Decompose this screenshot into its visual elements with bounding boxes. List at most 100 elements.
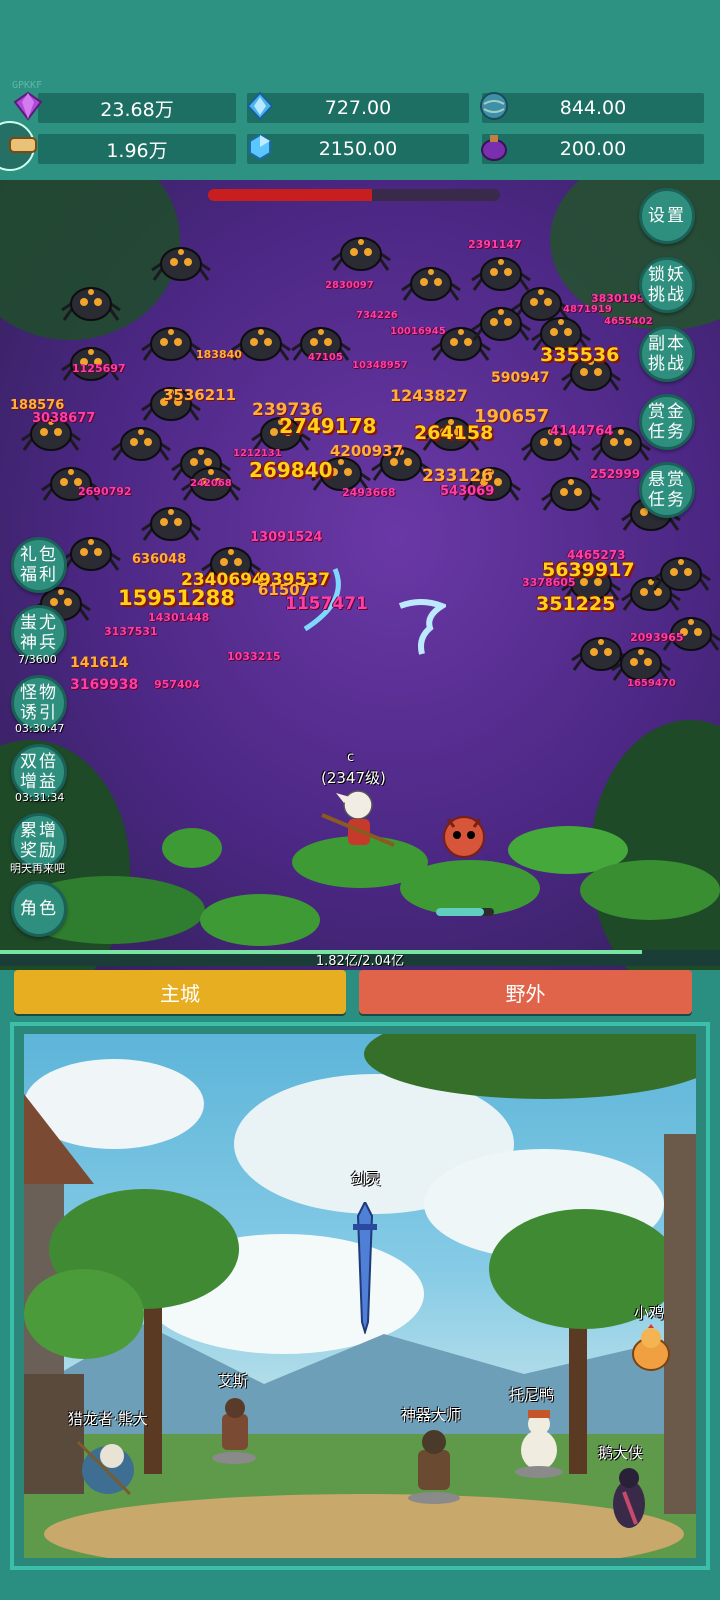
chiyou-label: 蚩尤神兵: [20, 613, 58, 653]
damage-number: 141614: [70, 655, 129, 671]
reward-task-button[interactable]: 悬赏任务: [639, 462, 695, 518]
damage-number: 1243827: [390, 386, 468, 405]
resource-bar: GPKKF 23.68万 727.00 844.00 1.96万 2150.00…: [0, 0, 720, 180]
damage-number: 13091524: [250, 530, 323, 545]
damage-number: 2493668: [342, 486, 396, 499]
chiyou-progress-text: 7/3600: [18, 653, 57, 666]
goose-hero-npc[interactable]: [606, 1462, 652, 1532]
lure-timer-text: 03:30:47: [15, 722, 65, 735]
dungeon-label: 副本挑战: [648, 334, 686, 374]
resource-potion-value: 200.00: [559, 138, 627, 160]
dragon-hunter-npc[interactable]: [72, 1432, 146, 1502]
npc-tony-duck-label: 托尼鸭: [509, 1386, 555, 1404]
damage-number: 2391147: [468, 238, 522, 251]
damage-number: 233126: [422, 466, 493, 486]
resource-shard-value: 2150.00: [318, 138, 398, 160]
damage-number: 15951288: [118, 586, 235, 610]
lock-demon-challenge-button[interactable]: 锁妖挑战: [639, 257, 695, 313]
damage-number: 10016945: [390, 326, 446, 337]
double-label: 双倍增益: [20, 752, 58, 792]
damage-number: 1157471: [285, 594, 368, 614]
damage-number: 2093965: [630, 631, 684, 644]
damage-number: 10348957: [352, 360, 408, 371]
damage-number: 242068: [190, 478, 232, 489]
npc-artifact-master-label: 神器大师: [401, 1406, 462, 1424]
globe-orb-icon: [480, 92, 508, 120]
pet-companion: [443, 816, 485, 858]
character-label: 角色: [20, 899, 58, 919]
pet-hp-bar: [436, 908, 494, 916]
accum-status-text: 明天再来吧: [10, 862, 65, 875]
game-screen: GPKKF 23.68万 727.00 844.00 1.96万 2150.00…: [0, 0, 720, 1600]
gift-welfare-button[interactable]: 礼包福利: [11, 537, 67, 593]
tony-duck-npc[interactable]: [512, 1406, 566, 1478]
gift-label: 礼包福利: [20, 545, 58, 585]
resource-scroll-value: 1.96万: [106, 139, 168, 162]
boss-hp-fill: [208, 189, 372, 201]
tab-wild-label: 野外: [505, 981, 546, 1006]
bounty-gold-task-button[interactable]: 赏金任务: [639, 394, 695, 450]
damage-number: 335536: [540, 344, 620, 366]
damage-number: 543069: [440, 484, 495, 499]
ace-npc[interactable]: [208, 1394, 260, 1464]
battlefield: 2391147 2830097 4871919 3830199 4655402 73422…: [0, 180, 720, 970]
npc-chick-label: 小鸡: [634, 1304, 665, 1322]
resource-gem-value: 23.68万: [100, 98, 174, 121]
damage-number: 590947: [491, 370, 550, 386]
artifact-master-npc[interactable]: [406, 1426, 462, 1504]
damage-number: 957404: [154, 678, 200, 691]
lure-label: 怪物诱引: [20, 683, 58, 723]
dungeon-challenge-button[interactable]: 副本挑战: [639, 326, 695, 382]
town-scene-frame: 剑灵 小鸡 艾斯 猎龙者·熊大 神器大师 托尼鸭 鹅大侠: [10, 1022, 710, 1570]
damage-number: 269840: [249, 458, 333, 482]
npc-sword-spirit-label: 剑灵: [351, 1170, 382, 1188]
enemy-spider-bot: [61, 287, 121, 321]
damage-number: 3536211: [163, 386, 237, 404]
damage-number: 1125697: [72, 362, 126, 375]
boss-hp-bar: [208, 189, 500, 201]
accum-label: 累增奖励: [20, 821, 58, 861]
character-button[interactable]: 角色: [11, 881, 67, 937]
bounty-gold-label: 赏金任务: [648, 402, 686, 442]
chick-npc[interactable]: [628, 1324, 674, 1374]
resource-crystal: 727.00: [247, 93, 469, 123]
settings-button[interactable]: 设置: [639, 188, 695, 244]
sword-spirit-npc[interactable]: [350, 1202, 380, 1334]
town-scene: 剑灵 小鸡 艾斯 猎龙者·熊大 神器大师 托尼鸭 鹅大侠: [24, 1034, 696, 1558]
arrow-scroll-icon[interactable]: [0, 118, 44, 174]
bottom-strip: [0, 1575, 720, 1600]
damage-number: 351225: [536, 593, 616, 615]
damage-number: 4465273: [567, 548, 626, 562]
damage-number: 14301448: [148, 611, 210, 624]
blue-shard-icon: [249, 133, 271, 161]
enemy-spider-bot: [331, 237, 391, 271]
resource-gem: 23.68万: [38, 93, 236, 123]
tornado-effect: [398, 599, 446, 655]
damage-number: 3137531: [104, 625, 158, 638]
damage-number: 2830097: [325, 280, 374, 291]
damage-number: 1212131: [233, 448, 282, 459]
exp-progress-text: 1.82亿/2.04亿: [315, 954, 405, 969]
damage-number: 264158: [414, 422, 494, 444]
purple-potion-icon: [481, 135, 507, 161]
damage-number: 239736: [252, 400, 323, 420]
enemy-spider-bot: [651, 557, 711, 591]
damage-number: 3169938: [70, 677, 139, 693]
damage-number: 4655402: [604, 316, 653, 327]
tab-wild[interactable]: 野外: [359, 970, 692, 1014]
enemy-spider-bot: [141, 327, 201, 361]
npc-goose-hero-label: 鹅大侠: [598, 1444, 644, 1462]
resource-potion: 200.00: [482, 134, 704, 164]
damage-number: 1033215: [227, 650, 281, 663]
enemy-spider-bot: [401, 267, 461, 301]
enemy-spider-bot: [141, 507, 201, 541]
player-name: c: [347, 750, 355, 765]
blue-crystal-icon: [246, 91, 274, 121]
damage-number: 1659470: [627, 678, 676, 689]
damage-number: 3830199: [591, 292, 645, 305]
npc-ace-label: 艾斯: [218, 1372, 249, 1390]
pet-hp-fill: [436, 908, 484, 916]
npc-dragon-hunter-label: 猎龙者·熊大: [68, 1410, 148, 1428]
damage-number: 2690792: [78, 485, 132, 498]
tab-main-city[interactable]: 主城: [14, 970, 346, 1014]
